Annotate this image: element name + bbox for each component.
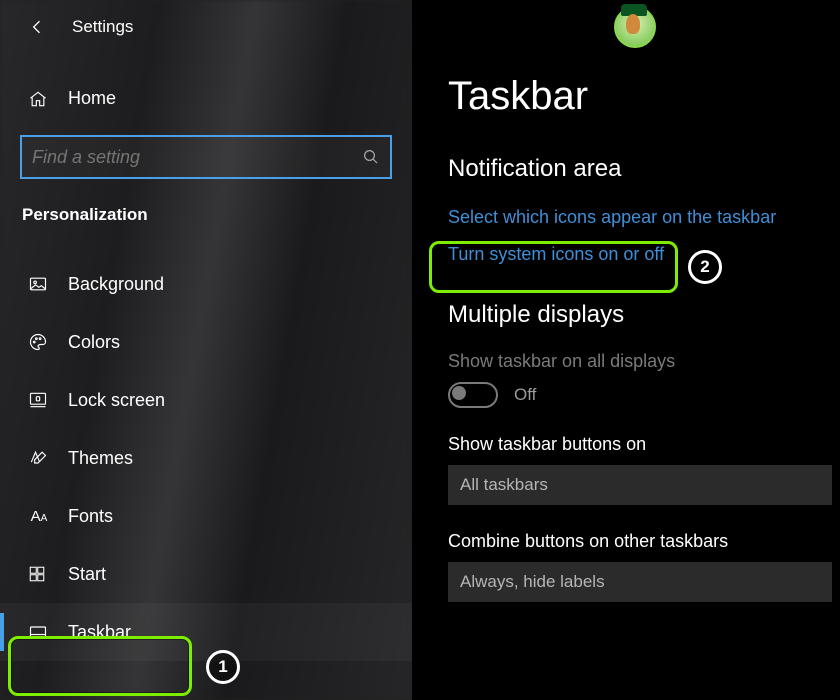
home-label: Home <box>68 88 116 109</box>
window-title: Settings <box>72 17 133 37</box>
lock-screen-icon <box>28 390 50 410</box>
link-select-icons[interactable]: Select which icons appear on the taskbar <box>448 207 814 228</box>
search-field[interactable] <box>20 135 392 179</box>
nav-label: Themes <box>68 448 133 469</box>
sidebar: Settings Home Personalization Background <box>0 0 412 700</box>
header-bar: Settings <box>0 0 412 54</box>
picture-icon <box>28 274 50 294</box>
link-system-icons[interactable]: Turn system icons on or off <box>448 244 814 265</box>
taskbar-icon <box>28 622 50 642</box>
toggle-switch[interactable] <box>448 382 498 408</box>
home-icon <box>28 89 50 109</box>
category-heading: Personalization <box>0 179 412 233</box>
nav-item-taskbar[interactable]: Taskbar <box>0 603 412 661</box>
nav-item-start[interactable]: Start <box>0 545 412 603</box>
back-arrow-icon <box>27 17 47 37</box>
back-button[interactable] <box>26 16 48 38</box>
section-heading-multiple: Multiple displays <box>448 301 814 329</box>
toggle-state: Off <box>514 385 536 405</box>
nav-item-fonts[interactable]: AA Fonts <box>0 487 412 545</box>
nav-item-colors[interactable]: Colors <box>0 313 412 371</box>
nav-label: Colors <box>68 332 120 353</box>
toggle-dot-icon <box>452 386 466 400</box>
search-input[interactable] <box>30 146 362 169</box>
toggle-show-all[interactable]: Off <box>448 382 814 408</box>
section-heading-notification: Notification area <box>448 155 814 183</box>
nav-list: Background Colors Lock screen Themes <box>0 255 412 661</box>
nav-label: Start <box>68 564 106 585</box>
setting-label-show-buttons: Show taskbar buttons on <box>448 434 814 455</box>
setting-label-show-all: Show taskbar on all displays <box>448 351 814 372</box>
themes-icon <box>28 448 50 468</box>
setting-label-combine: Combine buttons on other taskbars <box>448 531 814 552</box>
home-button[interactable]: Home <box>0 76 412 121</box>
nav-item-lock-screen[interactable]: Lock screen <box>0 371 412 429</box>
select-show-buttons[interactable]: All taskbars <box>448 465 832 505</box>
select-combine[interactable]: Always, hide labels <box>448 562 832 602</box>
nav-label: Background <box>68 274 164 295</box>
nav-label: Fonts <box>68 506 113 527</box>
nav-item-themes[interactable]: Themes <box>0 429 412 487</box>
search-icon <box>362 148 380 166</box>
settings-window: Settings Home Personalization Background <box>0 0 840 700</box>
nav-item-background[interactable]: Background <box>0 255 412 313</box>
palette-icon <box>28 332 50 352</box>
fonts-icon: AA <box>28 508 50 525</box>
content-pane: Taskbar Notification area Select which i… <box>412 0 840 700</box>
nav-label: Lock screen <box>68 390 165 411</box>
page-title: Taskbar <box>448 74 814 119</box>
nav-label: Taskbar <box>68 622 131 643</box>
start-icon <box>28 565 50 583</box>
